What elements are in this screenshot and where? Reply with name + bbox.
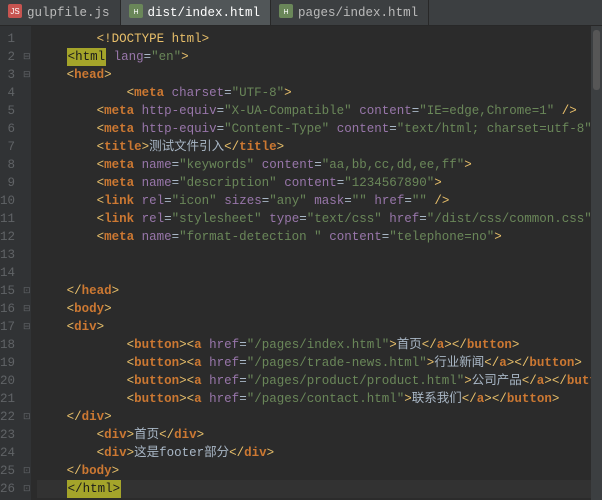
editor-tabs: JS gulpfile.js H dist/index.html H pages… — [0, 0, 602, 26]
html-file-icon: H — [129, 4, 143, 22]
js-file-icon: JS — [8, 4, 22, 22]
tab-label: dist/index.html — [148, 6, 261, 20]
svg-text:H: H — [133, 9, 138, 16]
tab-label: gulpfile.js — [27, 6, 110, 20]
tab-label: pages/index.html — [298, 6, 418, 20]
svg-text:H: H — [284, 9, 289, 16]
vertical-scrollbar[interactable] — [591, 26, 602, 500]
code-area[interactable]: <!DOCTYPE html> <html lang="en"> <head> … — [31, 26, 602, 500]
code-editor[interactable]: 1234567891011121314151617181920212223242… — [0, 26, 602, 500]
tab-dist-index[interactable]: H dist/index.html — [121, 0, 272, 25]
fold-gutter[interactable]: ⊟⊟⊡⊟⊟⊡⊡⊡ — [23, 26, 31, 500]
tab-pages-index[interactable]: H pages/index.html — [271, 0, 429, 25]
html-file-icon: H — [279, 4, 293, 22]
line-number-gutter: 1234567891011121314151617181920212223242… — [0, 26, 23, 500]
tab-gulpfile[interactable]: JS gulpfile.js — [0, 0, 121, 25]
svg-text:JS: JS — [10, 7, 19, 16]
scroll-thumb[interactable] — [593, 30, 600, 90]
